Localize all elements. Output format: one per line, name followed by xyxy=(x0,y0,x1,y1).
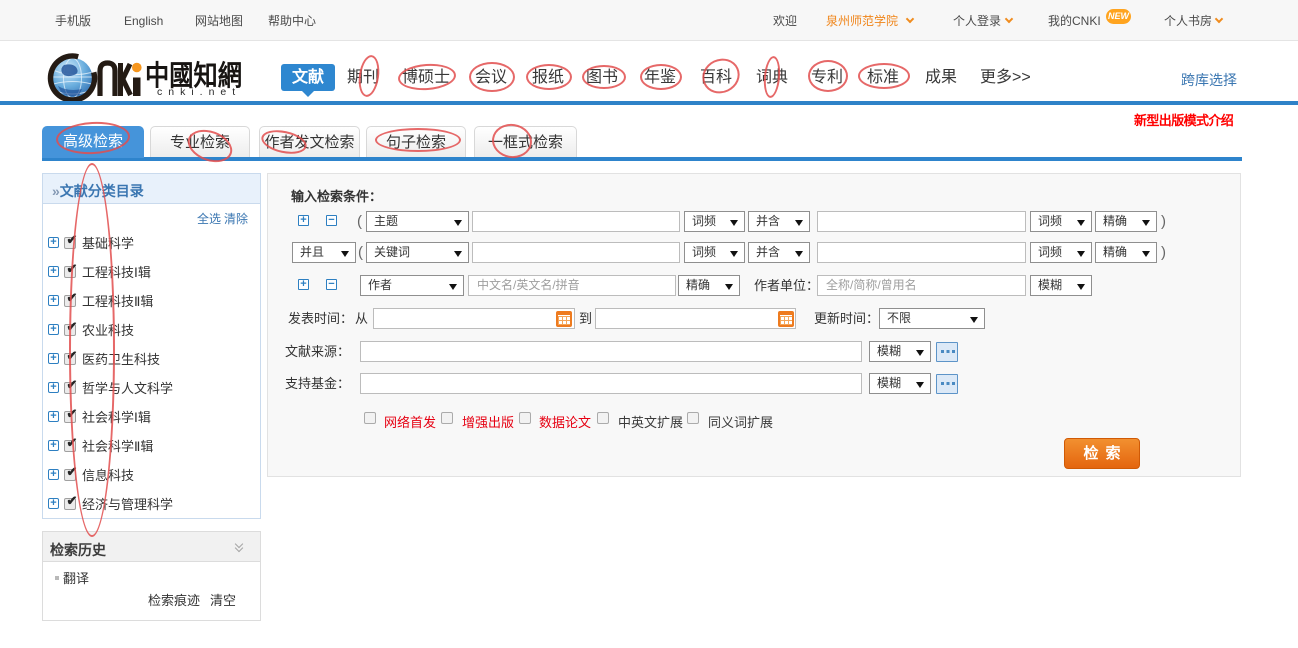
svg-text:cnki.net: cnki.net xyxy=(157,86,241,98)
